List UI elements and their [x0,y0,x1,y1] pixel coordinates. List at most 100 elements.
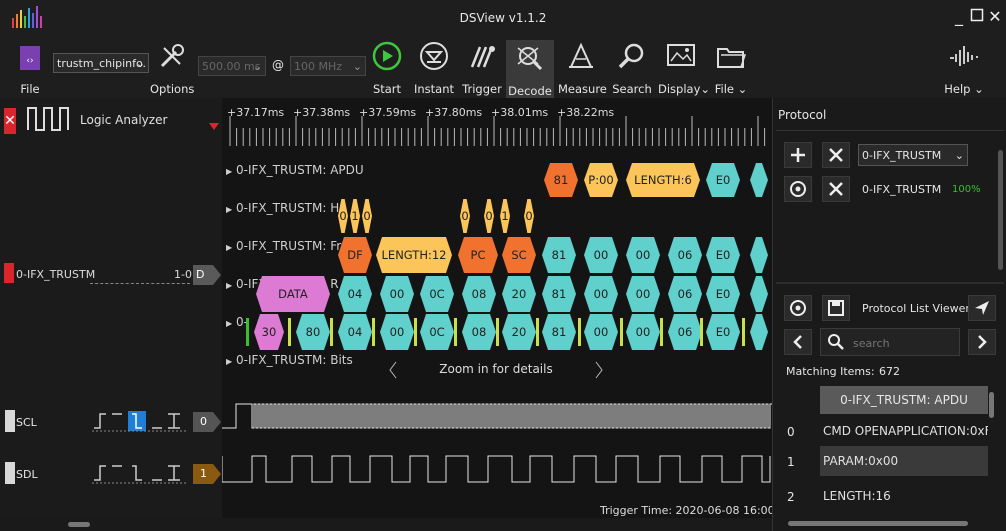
maximize-button[interactable] [968,8,986,26]
display-button[interactable]: Display⌄ [658,40,710,96]
record-segment[interactable]: 00 [626,276,660,312]
frame-segment[interactable]: LENGTH:12 [376,237,452,273]
sample-rate-select[interactable]: 100 MHz ⌄ [290,56,366,76]
options-button[interactable]: Options [150,40,194,96]
frame-segment[interactable]: E0 [706,237,740,273]
frame-segment[interactable]: PC [458,237,498,273]
help-label-text: Help [944,82,971,96]
apdu-segment[interactable]: E0 [706,163,740,197]
byte-segment[interactable]: 08 [462,314,496,350]
file-menu-button[interactable]: File ⌄ [708,40,754,96]
decode-button[interactable]: Decode [506,40,554,98]
record-segment[interactable]: 06 [668,276,702,312]
row-arrow-icon: ▶ [226,281,233,290]
byte-segment[interactable]: 00 [626,314,660,350]
instant-button[interactable]: Instant [412,40,456,96]
frame-segment[interactable]: 06 [668,237,702,273]
byte-segment[interactable]: E0 [706,314,740,350]
protocol-select[interactable]: 0-IFX_TRUSTM ⌄ [858,144,968,166]
search-input[interactable] [851,333,959,353]
record-segment[interactable]: DATA [256,276,330,312]
save-list-button[interactable] [822,295,850,321]
record-segment[interactable]: 00 [584,276,618,312]
byte-segment[interactable]: 30 [254,314,284,350]
next-match-button[interactable] [968,329,996,355]
record-segment[interactable] [750,276,768,312]
byte-segment[interactable]: 04 [338,314,372,350]
header-bit-segment[interactable]: 0 [460,199,470,233]
add-protocol-button[interactable] [784,142,812,168]
trigger-options-scl[interactable] [92,410,188,432]
scrollbar-thumb[interactable] [788,521,968,526]
trigger-button[interactable]: Trigger [460,40,504,96]
frame-segment[interactable]: 00 [584,237,618,273]
frame-segment[interactable]: DF [338,237,372,273]
byte-segment[interactable]: 0C [420,314,454,350]
file-button[interactable]: ‹› File [14,42,46,96]
frame-segment[interactable] [750,237,768,273]
record-segment[interactable]: E0 [706,276,740,312]
panel-splitter[interactable] [776,282,1004,284]
record-segment[interactable]: 00 [380,276,414,312]
byte-segment[interactable]: 80 [296,314,330,350]
previous-match-button[interactable] [784,329,812,355]
measure-button[interactable]: Measure [558,40,607,96]
list-horizontal-scrollbar[interactable] [784,520,988,528]
record-segment[interactable]: 81 [542,276,576,312]
list-settings-button[interactable] [784,295,812,321]
apdu-segment[interactable]: P:00 [584,163,618,197]
goto-button[interactable] [968,295,996,321]
frame-segment[interactable]: 00 [626,237,660,273]
header-bit-segment[interactable]: 0 [524,199,534,233]
byte-segment[interactable]: 06 [668,314,702,350]
header-bit-segment[interactable]: 0 [362,199,372,233]
sample-time-select[interactable]: 500.00 ms ⌄ [198,56,266,76]
search-button[interactable]: Search [610,40,654,96]
channel-scl-badge[interactable]: 0 [193,412,221,432]
frame-segment[interactable]: 81 [542,237,576,273]
apdu-segment[interactable]: LENGTH:6 [626,163,700,197]
apdu-segment[interactable] [750,163,768,197]
config-select[interactable]: trustm_chipinfo. ⌄ [53,53,149,73]
trigger-options-sdl[interactable] [92,462,188,484]
apdu-segment[interactable]: 81 [544,163,578,197]
start-button[interactable]: Start [366,40,408,96]
record-segment[interactable]: 20 [502,276,536,312]
scrollbar-thumb[interactable] [68,522,90,527]
minimize-button[interactable]: _ [950,8,968,26]
protocol-panel-scrollbar[interactable] [998,140,1004,280]
channel-sdl-badge[interactable]: 1 [193,464,221,484]
display-label-text: Display [658,82,701,96]
byte-segment[interactable]: 81 [542,314,576,350]
decoder-badge[interactable]: D [193,265,221,285]
header-bit-segment[interactable]: 1 [350,199,360,233]
list-vertical-scrollbar[interactable] [988,386,996,518]
protocol-settings-button[interactable] [784,176,812,202]
remove-all-protocols-button[interactable] [822,142,850,168]
file-label: File [20,82,40,96]
horizontal-scrollbar[interactable] [0,518,772,531]
list-row[interactable]: PARAM:0x00 [820,446,988,476]
byte-segment[interactable]: 00 [584,314,618,350]
byte-segment[interactable] [750,314,768,350]
list-row-text: LENGTH:16 [823,489,891,503]
header-bit-segment[interactable]: 0 [338,199,348,233]
device-close-button[interactable]: ✕ [4,108,16,134]
time-ruler[interactable]: +37.17ms +37.38ms +37.59ms +37.80ms +38.01ms… [222,98,772,150]
list-row[interactable]: CMD OPENAPPLICATION:0xF0 [820,416,988,446]
header-bit-segment[interactable]: 1 [500,199,510,233]
remove-protocol-button[interactable] [822,176,850,202]
scrollbar-thumb[interactable] [998,150,1003,270]
list-row[interactable]: LENGTH:16 [820,481,988,511]
search-box[interactable] [820,328,960,356]
scrollbar-thumb[interactable] [989,392,994,418]
byte-segment[interactable]: 00 [380,314,414,350]
record-segment[interactable]: 08 [462,276,496,312]
header-bit-segment[interactable]: 0 [484,199,494,233]
record-segment[interactable]: 0C [420,276,454,312]
frame-segment[interactable]: SC [502,237,536,273]
help-button[interactable]: Help ⌄ [944,40,984,96]
close-window-button[interactable]: ✕ [986,8,1004,26]
byte-segment[interactable]: 20 [502,314,536,350]
record-segment[interactable]: 04 [338,276,372,312]
